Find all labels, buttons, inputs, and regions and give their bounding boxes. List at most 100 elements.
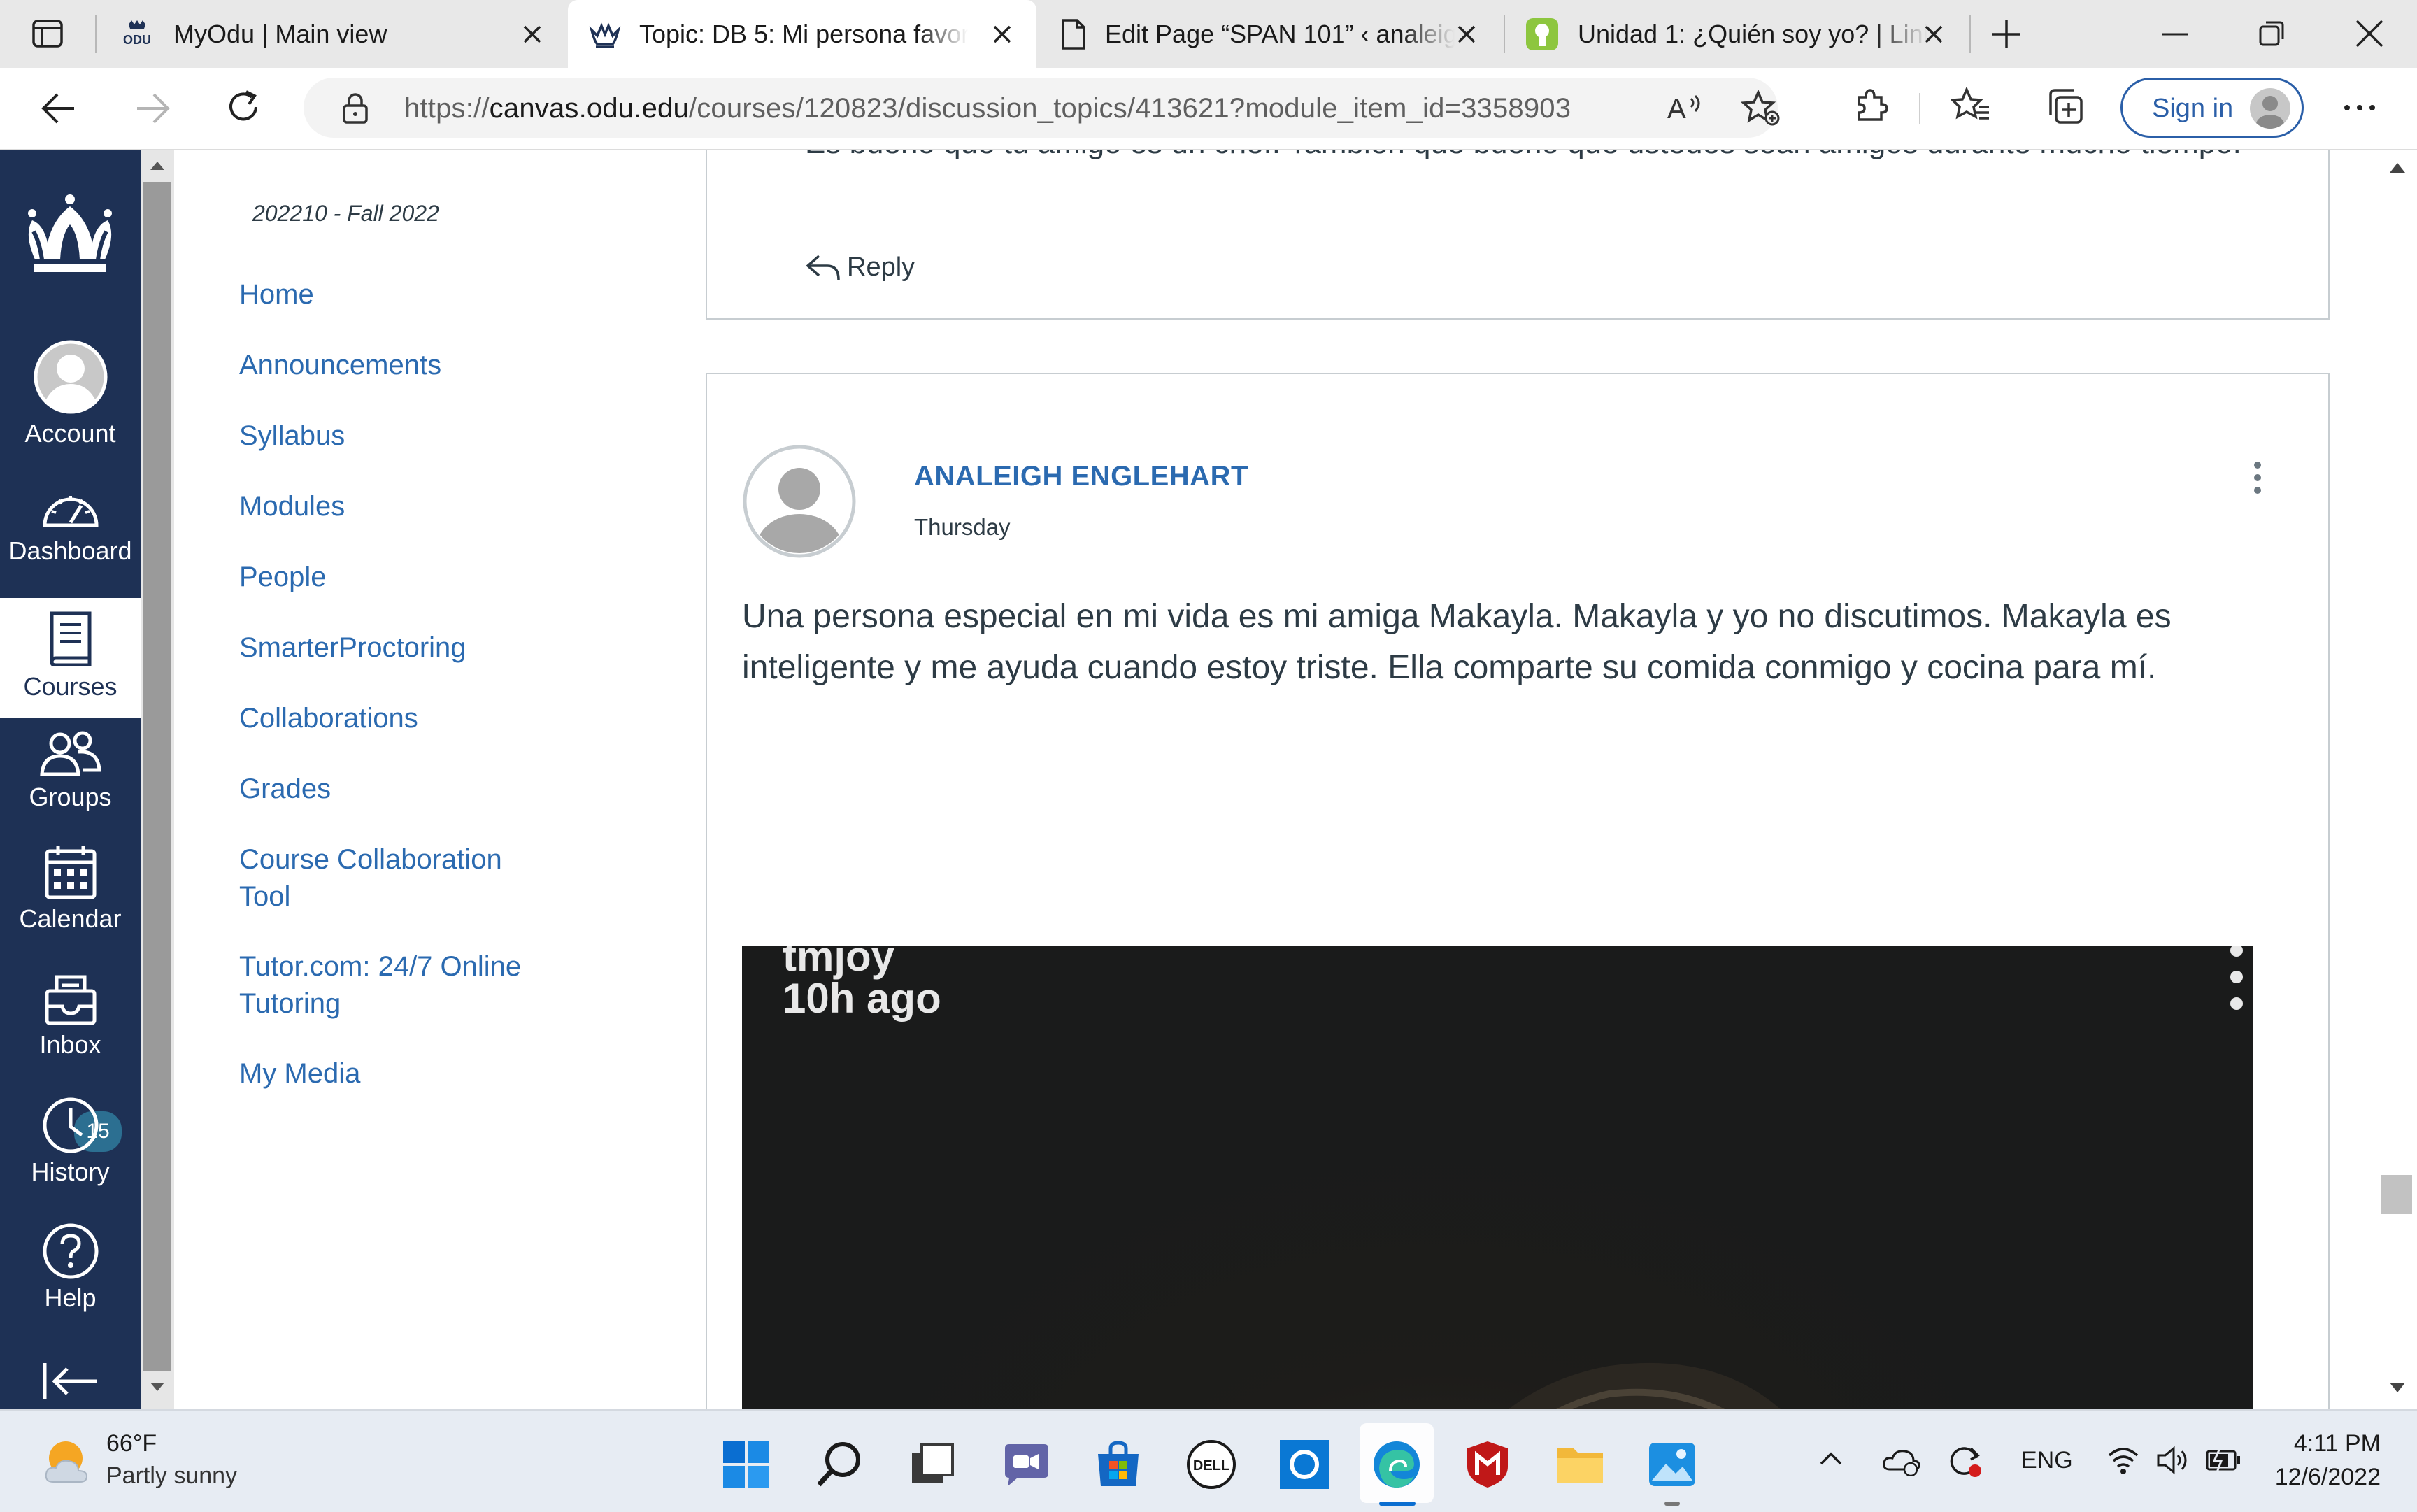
svg-text:A: A [1667, 94, 1686, 124]
onedrive-sync-icon[interactable] [1881, 1446, 1920, 1476]
weather-temperature[interactable]: 66°F [106, 1430, 157, 1457]
course-nav-collaborations[interactable]: Collaborations [239, 700, 418, 737]
sync-alert-icon[interactable] [1946, 1441, 1985, 1481]
new-tab-icon[interactable] [1990, 18, 2023, 50]
settings-more-icon[interactable] [2343, 104, 2376, 111]
tab-title: MyOdu | Main view [173, 19, 387, 48]
entry-author-name[interactable]: ANALEIGH ENGLEHART [914, 461, 1248, 492]
global-nav-dashboard[interactable]: Dashboard [0, 486, 141, 584]
scrollbar-thumb[interactable] [143, 182, 171, 1371]
global-nav-courses[interactable]: Courses [0, 598, 141, 718]
author-avatar[interactable] [742, 444, 857, 559]
collections-icon[interactable] [2046, 87, 2084, 125]
course-nav-my-media[interactable]: My Media [239, 1055, 360, 1092]
volume-icon[interactable] [2155, 1446, 2189, 1475]
course-nav-people[interactable]: People [239, 559, 327, 596]
discussion-entry-card: ANALEIGH ENGLEHART Thursday Una persona … [706, 373, 2330, 1409]
close-icon[interactable] [519, 21, 546, 48]
dell-icon[interactable]: DELL [1185, 1439, 1237, 1490]
favorites-icon[interactable] [1951, 87, 1990, 124]
task-view-icon[interactable] [906, 1439, 958, 1490]
photo-hair-shape [1509, 1362, 1781, 1409]
scroll-down-arrow-icon[interactable] [149, 1381, 166, 1392]
help-icon [41, 1222, 100, 1281]
file-explorer-icon[interactable] [1554, 1439, 1606, 1490]
tab-edit-page[interactable]: Edit Page “SPAN 101” ‹ analeigh [1039, 0, 1501, 68]
weather-description[interactable]: Partly sunny [106, 1462, 237, 1490]
tab-actions-icon[interactable] [32, 20, 63, 48]
restore-icon[interactable] [2258, 20, 2286, 48]
minimize-icon[interactable] [2161, 32, 2189, 36]
scroll-down-arrow-icon[interactable] [2388, 1381, 2407, 1394]
course-nav-smarterproctoring[interactable]: SmarterProctoring [239, 629, 466, 666]
teams-chat-icon[interactable] [999, 1439, 1051, 1490]
show-hidden-icons-chevron-icon[interactable] [1818, 1451, 1844, 1467]
global-nav-inbox[interactable]: Inbox [0, 970, 141, 1082]
entry-date: Thursday [914, 514, 1011, 540]
odu-favicon-icon: ODU [119, 19, 155, 50]
reply-button[interactable]: Reply [805, 252, 915, 283]
svg-text:DELL: DELL [1193, 1458, 1229, 1474]
lock-icon[interactable] [341, 92, 369, 124]
weather-sun-cloud-icon[interactable] [42, 1437, 95, 1486]
dashboard-icon [41, 486, 101, 529]
close-icon[interactable] [1920, 21, 1947, 48]
microsoft-store-icon[interactable] [1092, 1439, 1144, 1490]
sign-in-button[interactable]: Sign in [2120, 78, 2304, 138]
cortana-icon[interactable] [1278, 1439, 1330, 1490]
windows-start-icon[interactable] [720, 1439, 772, 1490]
reply-label: Reply [847, 252, 915, 282]
language-indicator[interactable]: ENG [2021, 1447, 2073, 1474]
linkedin-learning-favicon-icon [1525, 17, 1560, 52]
course-nav-home[interactable]: Home [239, 276, 314, 313]
wifi-icon[interactable] [2106, 1446, 2140, 1475]
search-icon[interactable] [813, 1439, 865, 1490]
odu-crown-logo[interactable] [18, 192, 122, 279]
close-icon[interactable] [1453, 21, 1480, 48]
calendar-icon [44, 844, 97, 900]
back-icon[interactable] [41, 92, 77, 125]
global-nav-help[interactable]: Help [0, 1222, 141, 1334]
course-nav-syllabus[interactable]: Syllabus [239, 418, 345, 455]
forward-icon[interactable] [134, 92, 171, 125]
global-nav-groups[interactable]: Groups [0, 731, 141, 836]
taskbar-clock-date[interactable]: 12/6/2022 [2275, 1464, 2381, 1491]
refresh-icon[interactable] [225, 89, 262, 125]
read-aloud-icon[interactable]: A [1666, 92, 1705, 124]
address-bar[interactable]: https://canvas.odu.edu/courses/120823/di… [304, 78, 1780, 138]
course-navigation: 202210 - Fall 2022 Home Announcements Sy… [174, 150, 706, 1409]
global-nav-account[interactable]: Account [0, 339, 141, 451]
url-text[interactable]: https://canvas.odu.edu/courses/120823/di… [404, 93, 1571, 124]
global-nav-history[interactable]: History [0, 1096, 141, 1208]
scrollbar-thumb[interactable] [2381, 1175, 2412, 1214]
collapse-nav-icon[interactable] [42, 1360, 99, 1402]
account-icon [33, 339, 108, 415]
battery-charging-icon[interactable] [2204, 1447, 2244, 1474]
tab-discussion-topic[interactable]: Topic: DB 5: Mi persona favorita [568, 0, 1036, 68]
entry-options-kebab-icon[interactable] [2253, 461, 2262, 494]
page-favicon-icon [1060, 18, 1087, 50]
courses-icon [46, 611, 95, 666]
course-nav-scrollbar[interactable] [141, 150, 174, 1409]
course-nav-modules[interactable]: Modules [239, 488, 345, 525]
photos-icon[interactable] [1646, 1439, 1698, 1490]
global-nav-calendar[interactable]: Calendar [0, 844, 141, 956]
window-close-icon[interactable] [2354, 18, 2385, 49]
scroll-up-arrow-icon[interactable] [2388, 162, 2407, 174]
mcafee-icon[interactable] [1462, 1439, 1513, 1490]
extensions-icon[interactable] [1852, 87, 1888, 124]
close-icon[interactable] [989, 21, 1015, 48]
entry-photo[interactable]: tmjoy 10h ago [742, 946, 2253, 1409]
tab-myodu[interactable]: ODU MyOdu | Main view [105, 0, 566, 68]
inbox-icon [43, 970, 99, 1026]
taskbar-clock-time[interactable]: 4:11 PM [2294, 1430, 2381, 1457]
course-nav-tutor-com[interactable]: Tutor.com: 24/7 Online Tutoring [239, 948, 561, 1022]
page-scrollbar[interactable] [2377, 150, 2417, 1409]
course-nav-course-collaboration-tool[interactable]: Course Collaboration Tool [239, 841, 547, 915]
course-nav-grades[interactable]: Grades [239, 771, 331, 808]
edge-browser-icon[interactable] [1371, 1439, 1423, 1490]
scroll-up-arrow-icon[interactable] [149, 160, 166, 171]
course-nav-announcements[interactable]: Announcements [239, 347, 441, 384]
favorite-star-add-icon[interactable] [1741, 90, 1782, 127]
tab-unidad-1[interactable]: Unidad 1: ¿Quién soy yo? | Link [1506, 0, 1968, 68]
